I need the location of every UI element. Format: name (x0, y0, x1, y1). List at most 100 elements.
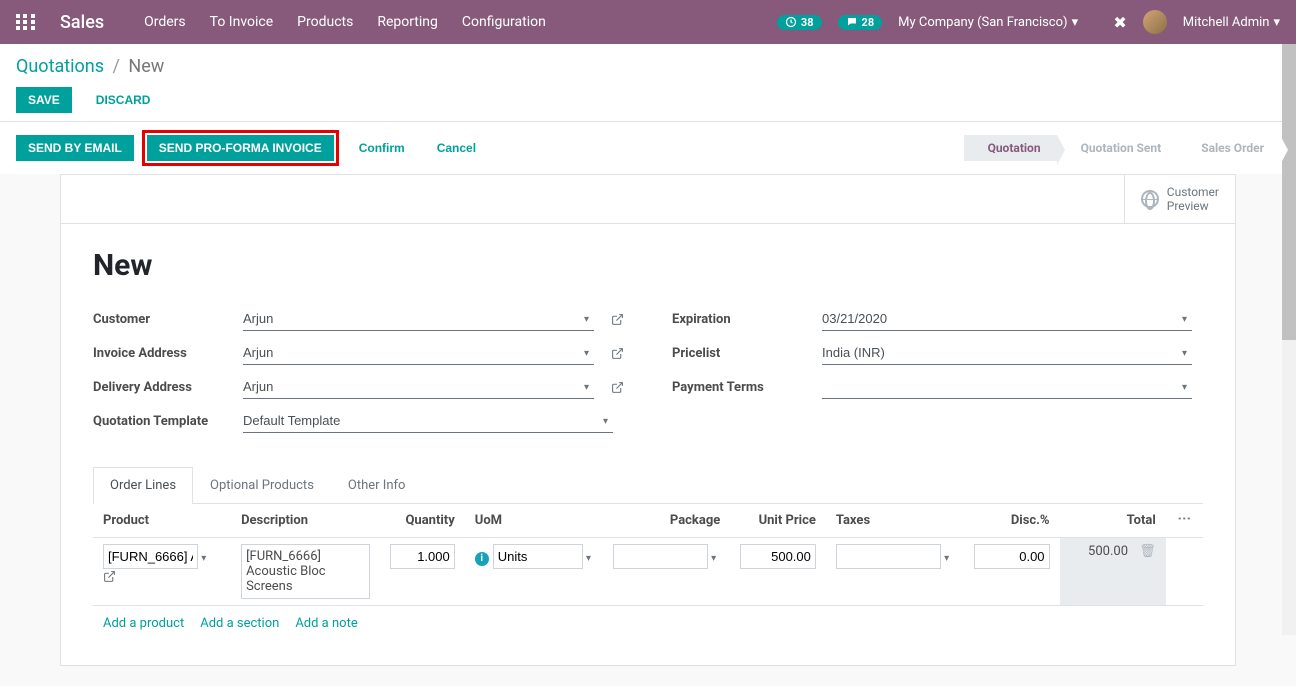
toolbar: Send by Email Send PRO-FORMA Invoice Con… (0, 121, 1296, 174)
payment-terms-label: Payment Terms (672, 380, 822, 395)
col-quantity: Quantity (380, 504, 465, 538)
row-description[interactable]: [FURN_6666] Acoustic Bloc Screens (241, 544, 370, 599)
sheet-header: Customer Preview (61, 175, 1235, 224)
send-email-button[interactable]: Send by Email (16, 135, 134, 161)
chevron-down-icon[interactable]: ▾ (944, 553, 949, 564)
preview-label1: Customer (1167, 185, 1219, 199)
highlight-box: Send PRO-FORMA Invoice (142, 130, 339, 166)
add-section-link[interactable]: Add a section (200, 616, 279, 631)
brand[interactable]: Sales (60, 12, 104, 33)
discard-button[interactable]: Discard (84, 87, 163, 113)
timer-badge[interactable]: 38 (777, 15, 822, 30)
chevron-down-icon[interactable]: ▾ (603, 416, 608, 427)
status-quotation[interactable]: Quotation (964, 135, 1057, 161)
add-links: Add a product Add a section Add a note (93, 606, 1203, 641)
table-header-row: Product Description Quantity UoM Package… (93, 504, 1203, 538)
row-disc-input[interactable] (974, 544, 1050, 569)
chat-badge[interactable]: 28 (838, 15, 883, 30)
sheet-body: New Customer ▾ Invoice Address (61, 224, 1235, 665)
company-switcher[interactable]: My Company (San Francisco) ▾ (898, 15, 1078, 30)
nav-configuration[interactable]: Configuration (462, 14, 546, 30)
add-note-link[interactable]: Add a note (295, 616, 357, 631)
nav-right: 38 28 My Company (San Francisco) ▾ ✖ Mit… (777, 10, 1280, 34)
chevron-down-icon[interactable]: ▾ (584, 314, 589, 325)
breadcrumb-sep: / (112, 56, 119, 77)
nav-orders[interactable]: Orders (144, 14, 186, 30)
customer-input[interactable] (243, 307, 594, 331)
table-row: ▾ [FURN_6666] Acoustic Bloc Screens i ▾ … (93, 538, 1203, 606)
trash-icon[interactable]: 🗑 (1139, 544, 1156, 559)
external-link-icon[interactable] (103, 570, 116, 583)
chevron-down-icon[interactable]: ▾ (1182, 348, 1187, 359)
avatar[interactable] (1143, 10, 1167, 34)
tab-other-info[interactable]: Other Info (331, 467, 423, 503)
chevron-down-icon[interactable]: ▾ (711, 553, 716, 564)
row-unit-price-input[interactable] (740, 544, 816, 569)
pricelist-input[interactable] (822, 341, 1192, 365)
template-input[interactable] (243, 409, 613, 433)
user-label: Mitchell Admin (1183, 15, 1270, 30)
external-link-icon[interactable] (611, 381, 624, 394)
row-quantity-input[interactable] (390, 544, 455, 569)
tab-order-lines[interactable]: Order Lines (93, 467, 193, 504)
control-bar: Quotations / New Save Discard (0, 44, 1296, 121)
chevron-down-icon[interactable]: ▾ (1182, 314, 1187, 325)
row-product-input[interactable] (103, 544, 198, 569)
chevron-down-icon[interactable]: ▾ (201, 553, 206, 564)
external-link-icon[interactable] (611, 347, 624, 360)
chevron-down-icon: ▾ (1072, 15, 1079, 30)
timer-count: 38 (801, 16, 814, 29)
chevron-down-icon[interactable]: ▾ (1182, 382, 1187, 393)
nav-to-invoice[interactable]: To Invoice (210, 14, 274, 30)
cancel-button[interactable]: Cancel (425, 135, 488, 161)
company-label: My Company (San Francisco) (898, 15, 1067, 30)
preview-label2: Preview (1167, 199, 1219, 213)
user-menu[interactable]: Mitchell Admin ▾ (1183, 15, 1280, 30)
col-uom: UoM (465, 504, 603, 538)
row-taxes-input[interactable] (836, 544, 941, 569)
tabs: Order Lines Optional Products Other Info (93, 467, 1203, 504)
left-col: Customer ▾ Invoice Address ▾ (93, 307, 624, 443)
row-package-input[interactable] (613, 544, 708, 569)
status-order[interactable]: Sales Order (1177, 135, 1280, 161)
status-sent[interactable]: Quotation Sent (1057, 135, 1178, 161)
col-total: Total (1060, 504, 1166, 538)
right-col: Expiration ▾ Pricelist ▾ (672, 307, 1203, 443)
expiration-label: Expiration (672, 312, 822, 327)
info-icon[interactable]: i (475, 552, 489, 566)
chevron-down-icon[interactable]: ▾ (584, 348, 589, 359)
nav-products[interactable]: Products (297, 14, 353, 30)
debug-icon[interactable]: ✖ (1094, 12, 1127, 32)
delivery-address-input[interactable] (243, 375, 594, 399)
col-unit-price: Unit Price (730, 504, 826, 538)
tab-optional-products[interactable]: Optional Products (193, 467, 331, 503)
customer-preview-button[interactable]: Customer Preview (1124, 175, 1235, 223)
scrollbar[interactable] (1282, 44, 1296, 635)
status-bar: Quotation Quotation Sent Sales Order (964, 135, 1280, 161)
navbar: Sales Orders To Invoice Products Reporti… (0, 0, 1296, 44)
expiration-input[interactable] (822, 307, 1192, 331)
nav-menu: Orders To Invoice Products Reporting Con… (144, 14, 777, 30)
sheet: Customer Preview New Customer ▾ (60, 174, 1236, 666)
chevron-down-icon[interactable]: ▾ (584, 382, 589, 393)
invoice-address-input[interactable] (243, 341, 594, 365)
template-label: Quotation Template (93, 414, 243, 429)
row-uom-input[interactable] (493, 544, 583, 569)
form-grid: Customer ▾ Invoice Address ▾ (93, 307, 1203, 443)
save-row: Save Discard (16, 87, 1280, 113)
apps-icon[interactable] (16, 14, 36, 30)
chevron-down-icon[interactable]: ▾ (586, 553, 591, 564)
send-proforma-button[interactable]: Send PRO-FORMA Invoice (147, 135, 334, 161)
kebab-icon[interactable]: ⋮ (1176, 512, 1191, 525)
scrollbar-thumb[interactable] (1282, 44, 1296, 340)
external-link-icon[interactable] (611, 313, 624, 326)
col-disc: Disc.% (964, 504, 1060, 538)
confirm-button[interactable]: Confirm (347, 135, 417, 161)
save-button[interactable]: Save (16, 87, 72, 113)
record-title: New (93, 248, 1203, 283)
add-product-link[interactable]: Add a product (103, 616, 184, 631)
chat-count: 28 (862, 16, 875, 29)
breadcrumb-parent[interactable]: Quotations (16, 56, 104, 77)
nav-reporting[interactable]: Reporting (377, 14, 438, 30)
payment-terms-input[interactable] (822, 375, 1192, 399)
